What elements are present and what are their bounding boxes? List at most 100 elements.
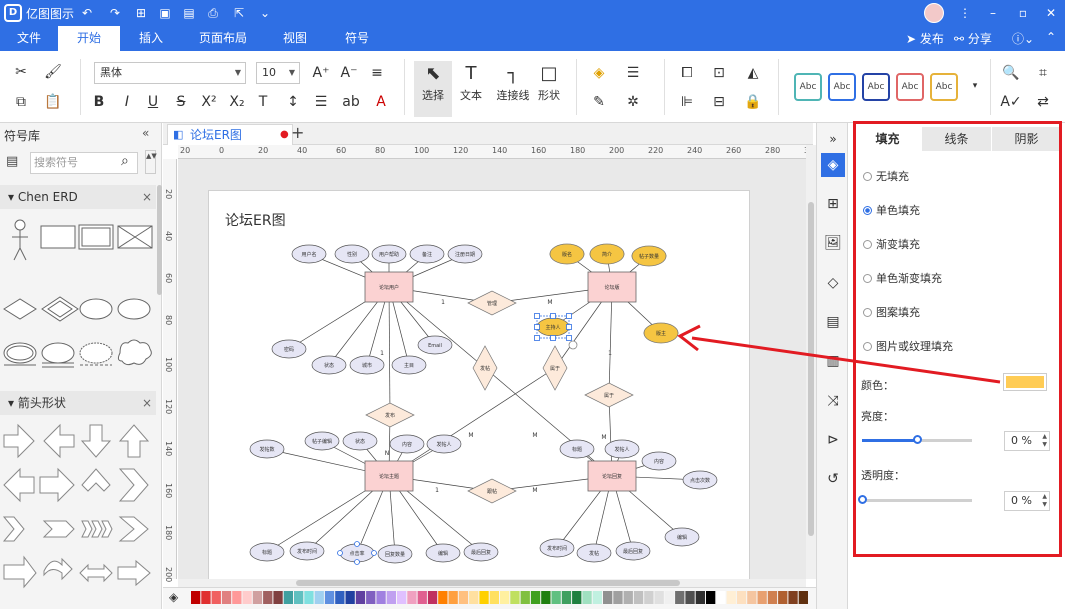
print-icon[interactable]: ⎙ (204, 4, 222, 22)
menu-view[interactable]: 视图 (264, 26, 326, 51)
color-swatch[interactable] (201, 591, 211, 604)
color-swatch[interactable] (242, 591, 252, 604)
history-icon[interactable]: ↺ (821, 467, 845, 491)
close-icon[interactable]: ✕ (1040, 3, 1062, 23)
customize-icon[interactable]: ⌄ (256, 4, 274, 22)
close-section-icon[interactable]: × (142, 391, 152, 415)
color-swatch[interactable] (335, 591, 345, 604)
select-tool-button[interactable]: ⬉ 选择 (414, 61, 452, 117)
color-swatch[interactable] (314, 591, 324, 604)
library-scrollbar[interactable] (157, 185, 162, 295)
add-tab-icon[interactable]: + (291, 123, 304, 142)
menu-page-layout[interactable]: 页面布局 (182, 26, 264, 51)
search-icon[interactable]: ⌕ (121, 153, 129, 169)
style-preset-4[interactable]: Abc (896, 73, 924, 101)
italic-icon[interactable]: I (116, 91, 138, 113)
avatar[interactable] (924, 3, 944, 23)
color-swatch[interactable] (252, 591, 263, 604)
lock-icon[interactable]: 🔒 (742, 91, 764, 113)
replace-icon[interactable]: ⇄ (1032, 91, 1054, 113)
collapse-panel-icon[interactable]: « (142, 126, 149, 140)
color-swatch[interactable] (500, 591, 510, 604)
color-swatch[interactable] (355, 591, 366, 604)
color-swatch[interactable] (489, 591, 499, 604)
fill-icon[interactable]: ◈ (821, 153, 845, 177)
vertical-scrollbar[interactable] (806, 145, 816, 579)
color-swatch[interactable] (458, 591, 469, 604)
style-preset-2[interactable]: Abc (828, 73, 856, 101)
menu-symbol[interactable]: 符号 (326, 26, 388, 51)
color-swatch[interactable] (324, 591, 335, 604)
cut-icon[interactable]: ✂ (10, 61, 32, 83)
bold-icon[interactable]: B (88, 91, 110, 113)
color-swatch[interactable] (778, 591, 788, 604)
selection-handle[interactable] (550, 313, 556, 319)
color-swatch[interactable] (757, 591, 767, 604)
library-menu-icon[interactable]: ▤ (6, 154, 18, 169)
color-swatch[interactable] (479, 591, 489, 604)
color-swatch[interactable] (427, 591, 438, 604)
color-swatch[interactable] (448, 591, 458, 604)
color-swatch[interactable] (366, 591, 376, 604)
crop-icon[interactable]: ⌗ (1032, 62, 1054, 84)
color-swatch[interactable] (191, 591, 201, 604)
chart-icon[interactable]: ▥ (821, 349, 845, 373)
collapse-ribbon-icon[interactable]: ⌃ (1046, 30, 1056, 44)
copy-icon[interactable]: ⧉ (10, 91, 32, 113)
color-swatches[interactable] (191, 591, 811, 605)
color-swatch[interactable] (417, 591, 427, 604)
style-more-icon[interactable]: ▾ (964, 75, 986, 97)
color-swatch[interactable] (798, 591, 808, 604)
line-color-icon[interactable]: ✎ (588, 91, 610, 113)
text-effect-icon[interactable]: T (252, 91, 274, 113)
connector-line[interactable] (484, 367, 613, 477)
color-swatch[interactable] (386, 591, 396, 604)
text-highlight-icon[interactable]: ab (340, 91, 362, 113)
open-icon[interactable]: ▣ (156, 4, 174, 22)
undo-icon[interactable]: ↶ (78, 4, 96, 22)
fill-bucket-icon[interactable]: ◈ (588, 62, 610, 84)
selection-handle[interactable] (534, 335, 540, 341)
connector-line[interactable] (388, 367, 556, 477)
color-swatch[interactable] (438, 591, 448, 604)
color-swatch[interactable] (273, 591, 283, 604)
align-objects-icon[interactable]: ⊫ (676, 91, 698, 113)
color-swatch[interactable] (469, 591, 479, 604)
color-swatch[interactable] (551, 591, 561, 604)
format-painter-icon[interactable]: 🖌 (42, 61, 64, 83)
menu-file[interactable]: 文件 (0, 26, 58, 51)
find-icon[interactable]: 🔍 (1000, 62, 1022, 84)
export-icon[interactable]: ⇱ (230, 4, 248, 22)
style-preset-3[interactable]: Abc (862, 73, 890, 101)
color-swatch[interactable] (726, 591, 736, 604)
color-swatch[interactable] (633, 591, 644, 604)
new-icon[interactable]: ⊞ (132, 4, 150, 22)
line-spacing-icon[interactable]: ↕ (282, 91, 304, 113)
maximize-icon[interactable]: ▫ (1012, 3, 1034, 23)
color-swatch[interactable] (644, 591, 654, 604)
scroll-thumb[interactable] (808, 202, 814, 536)
share-button[interactable]: ⚯ 分享 (954, 30, 992, 47)
color-swatch[interactable] (294, 591, 304, 604)
bullet-list-icon[interactable]: ☰ (310, 91, 332, 113)
color-swatch[interactable] (706, 591, 716, 604)
color-swatch[interactable] (623, 591, 633, 604)
edit-handle[interactable] (337, 550, 343, 556)
color-swatch[interactable] (221, 591, 232, 604)
group-icon[interactable]: ⊡ (708, 62, 730, 84)
line-shapes[interactable] (0, 359, 156, 371)
align-icon[interactable]: ≡ (366, 62, 388, 84)
drawing-page[interactable]: 论坛ER图用户名 性别 用户帮助 备注 注册日期密码状态 城市 主目 Email 版名 简介 帖子数… (208, 190, 750, 579)
menu-icon[interactable]: ⋮ (954, 3, 976, 23)
er-diagram[interactable]: 论坛ER图用户名 性别 用户帮助 备注 注册日期密码状态 城市 主目 Email 版名 简介 帖子数… (209, 191, 751, 579)
arrange-icon[interactable]: ⧠ (676, 62, 698, 84)
color-swatch[interactable] (283, 591, 293, 604)
underline-icon[interactable]: U (142, 91, 164, 113)
menu-insert[interactable]: 插入 (120, 26, 182, 51)
connector-line[interactable] (388, 286, 391, 416)
color-swatch[interactable] (675, 591, 685, 604)
color-swatch[interactable] (788, 591, 798, 604)
selection-handle[interactable] (566, 324, 572, 330)
present-icon[interactable]: ⊳ (821, 428, 845, 452)
minimize-icon[interactable]: – (982, 3, 1004, 23)
